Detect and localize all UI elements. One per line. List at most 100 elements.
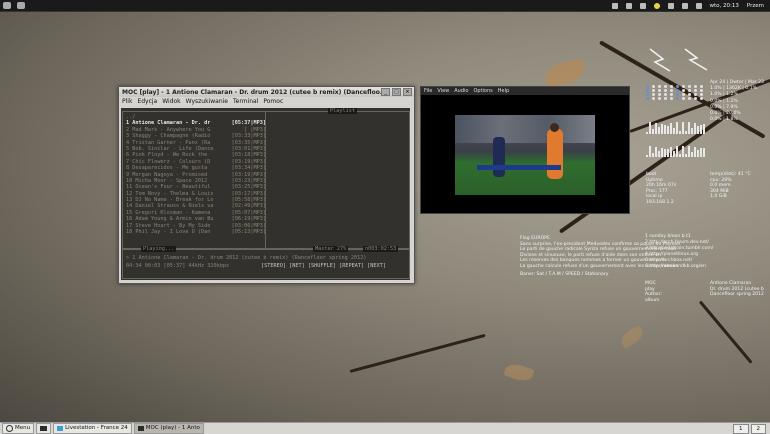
graph-bar: [694, 147, 696, 157]
sysinfo-line: 1.0% | 1.2%: [710, 92, 738, 97]
workspace-1[interactable]: 1: [733, 424, 749, 434]
menu-options[interactable]: Options: [473, 88, 492, 94]
cpu-dot: [694, 89, 697, 92]
cpu-dot: [658, 89, 661, 92]
sysinfo-line: 1.0% | 1362K | 0.1%: [710, 86, 757, 91]
graph-bar: [697, 126, 699, 134]
stat-line: boot: [646, 172, 656, 177]
cpu-dot: [700, 93, 703, 96]
link-item: 4 http://planetlinux.org: [645, 252, 698, 257]
graph-bar: [667, 126, 669, 134]
menu-help[interactable]: Help: [498, 88, 509, 94]
terminal-icon: [138, 426, 144, 431]
graph-bar: [649, 146, 651, 157]
close-icon[interactable]: ×: [403, 88, 412, 96]
graph-bar: [688, 146, 690, 157]
graph-bar: [664, 149, 666, 157]
menu-edycja[interactable]: Edycja: [137, 98, 157, 105]
wallpaper-leaf: [618, 325, 646, 349]
cpu-dot: [646, 97, 649, 100]
cpu-dot: [670, 97, 673, 100]
link-item: 2 http://arch.forum.dev.net/: [645, 240, 709, 245]
playlist-item[interactable]: 18 Phil Jay - I Love U (Dan[05:13|MP3]: [126, 229, 266, 235]
app-icon[interactable]: [17, 2, 25, 9]
cpu-dot: [688, 93, 691, 96]
cpu-dot: [646, 89, 649, 92]
app-launcher-icon[interactable]: [3, 2, 11, 9]
queue-count: n003:02:53: [363, 246, 398, 252]
sysinfo-line: 0.0% | 1.8%: [710, 117, 738, 122]
shield-icon[interactable]: [640, 3, 646, 9]
task-moc[interactable]: MOC (play) - 1 Anto: [134, 423, 204, 434]
menu-file[interactable]: File: [424, 88, 432, 94]
player-figure: [493, 137, 505, 177]
moc-titlebar[interactable]: MOC [play] - 1 Antione Clamaran - Dr. dr…: [119, 87, 414, 97]
moc-info-line: MOC: [645, 281, 656, 286]
menu-audio[interactable]: Audio: [454, 88, 468, 94]
player-figure: [550, 123, 559, 132]
stat-line: 0.0 mem: [710, 183, 731, 188]
stat-line: cpu: 29%: [710, 178, 732, 183]
stat-line: Uptime: [646, 178, 663, 183]
cpu-dot: [670, 93, 673, 96]
graph-bar: [673, 151, 675, 157]
terminal-launcher[interactable]: [36, 423, 51, 434]
workspace-2[interactable]: 2: [751, 424, 767, 434]
graph-bar: [682, 122, 684, 134]
maximize-icon[interactable]: □: [392, 88, 401, 96]
weather-icon[interactable]: [654, 3, 660, 9]
graph-bar: [697, 150, 699, 157]
cpu-dot: [676, 89, 679, 92]
graph-bar: [655, 147, 657, 157]
master-volume[interactable]: Master 27%: [313, 246, 348, 252]
clock[interactable]: wto, 20:13: [710, 3, 739, 9]
video-frame[interactable]: [455, 115, 595, 195]
cpu-dot: [694, 97, 697, 100]
system-tray: wto, 20:13 Przem: [612, 3, 770, 9]
moc-info-line: album: [645, 298, 659, 303]
cpu-dot: [694, 93, 697, 96]
task-livestation[interactable]: Livestation - France 24: [53, 423, 132, 434]
menu-terminal[interactable]: Terminal: [233, 98, 258, 105]
cpu-dot: [652, 85, 655, 88]
terminal-area[interactable]: Playlist ../ 1 Antione Clamaran - Dr. dr…: [121, 108, 410, 280]
menu-pomoc[interactable]: Pomoc: [263, 98, 283, 105]
minimize-icon[interactable]: _: [381, 88, 390, 96]
moc-info-line: play: [645, 287, 655, 292]
cpu-dot: [676, 97, 679, 100]
network-icon[interactable]: [612, 3, 618, 9]
graph-bar: [679, 154, 681, 157]
playlist: ../ 1 Antione Clamaran - Dr. dr[05:37|MP…: [126, 114, 266, 235]
graph-bar: [694, 123, 696, 134]
window-title: MOC [play] - 1 Antione Clamaran - Dr. dr…: [122, 89, 381, 96]
cpu-dot: [664, 85, 667, 88]
moc-window[interactable]: MOC [play] - 1 Antione Clamaran - Dr. dr…: [118, 86, 415, 284]
playlist-panel: Playlist ../ 1 Antione Clamaran - Dr. dr…: [122, 111, 410, 249]
cpu-dot: [676, 93, 679, 96]
menu-view[interactable]: View: [437, 88, 449, 94]
notes-icon[interactable]: [626, 3, 632, 9]
graph-bar: [682, 146, 684, 157]
stat-line: 20h 16m 07s: [646, 183, 676, 188]
menu-widok[interactable]: Widok: [162, 98, 180, 105]
user-name[interactable]: Przem: [747, 3, 764, 9]
stat-line: 193.168.1.2: [646, 200, 674, 205]
link-item: 5 http://archbox.net/: [645, 258, 692, 263]
news-title: Flag EUROPE: [520, 236, 550, 241]
video-player-window[interactable]: File View Audio Options Help: [420, 86, 630, 214]
menu-plik[interactable]: Plik: [122, 98, 132, 105]
cpu-dot: [658, 97, 661, 100]
menu-wyszukiwanie[interactable]: Wyszukiwanie: [186, 98, 228, 105]
bluetooth-icon[interactable]: [668, 3, 674, 9]
network-graph: [646, 145, 705, 157]
graph-bar: [664, 125, 666, 134]
volume-icon[interactable]: [682, 3, 688, 9]
graph-bar: [646, 155, 648, 157]
moc-info-line: Dr. drum 2012 (cutee b: [710, 287, 764, 292]
battery-icon[interactable]: [696, 3, 702, 9]
graph-bar: [670, 147, 672, 157]
playback-flags: [STEREO] [NET] [SHUFFLE] [REPEAT] [NEXT]: [261, 263, 386, 269]
menu-button[interactable]: Menu: [2, 423, 34, 434]
stat-line: temp(disk): 41 °C: [710, 172, 751, 177]
news-line: Les reserves des banques nommes a former…: [520, 258, 665, 263]
